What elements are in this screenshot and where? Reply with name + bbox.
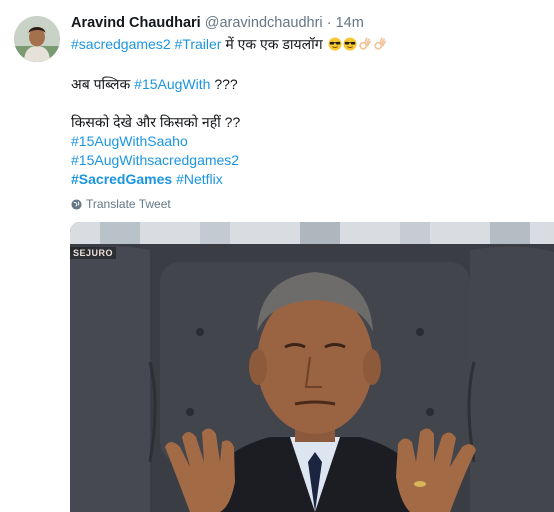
hashtag-sacredgames2[interactable]: #sacredgames2 <box>71 36 171 52</box>
author-name[interactable]: Aravind Chaudhari <box>71 15 201 31</box>
tweet-text-line-2: अब पब्लिक #15AugWith ??? <box>71 75 238 94</box>
sunglasses-emoji-icon <box>342 37 357 51</box>
tweet: Aravind Chaudhari @aravindchaudhri · 14m… <box>0 0 554 512</box>
translate-tweet-link[interactable]: Translate Tweet <box>71 197 171 211</box>
hashtag-15augwithsacredgames2[interactable]: #15AugWithsacredgames2 <box>71 152 239 168</box>
hashtag-15augwith[interactable]: #15AugWith <box>134 76 210 92</box>
separator-dot: · <box>326 15 332 31</box>
tweet-media-image[interactable]: SEJURO <box>70 222 554 512</box>
author-handle[interactable]: @aravindchaudhri <box>205 15 323 31</box>
question-marks: ??? <box>210 76 238 92</box>
tweet-text-line-1: #sacredgames2 #Trailer में एक एक डायलॉग <box>71 35 387 54</box>
tweet-timestamp[interactable]: 14m <box>336 15 364 31</box>
sunglasses-emoji-icon <box>327 37 342 51</box>
ok-hand-emoji-icon <box>358 37 371 50</box>
media-watermark: SEJURO <box>70 247 117 259</box>
media-photo <box>70 222 554 512</box>
avatar-photo <box>14 16 60 62</box>
hashtag-15augwithsaaho[interactable]: #15AugWithSaaho <box>71 133 188 149</box>
hashtag-netflix[interactable]: #Netflix <box>176 171 223 187</box>
translate-tweet-label: Translate Tweet <box>86 197 171 211</box>
globe-icon <box>71 198 82 210</box>
ok-hand-emoji-icon <box>373 37 386 50</box>
hashtag-sacredgames[interactable]: #SacredGames <box>71 171 172 187</box>
tweet-text-hindi-2: अब पब्लिक <box>71 76 135 92</box>
tweet-header: Aravind Chaudhari @aravindchaudhri · 14m <box>71 15 364 31</box>
hashtag-trailer[interactable]: #Trailer <box>175 36 222 52</box>
avatar[interactable] <box>14 16 60 62</box>
tweet-text-hindi-1: में एक एक डायलॉग <box>221 36 327 52</box>
tweet-text-line-3: किसको देखे और किसको नहीं ?? <box>71 114 241 130</box>
tweet-text-line-6: #SacredGames #Netflix <box>71 171 223 187</box>
